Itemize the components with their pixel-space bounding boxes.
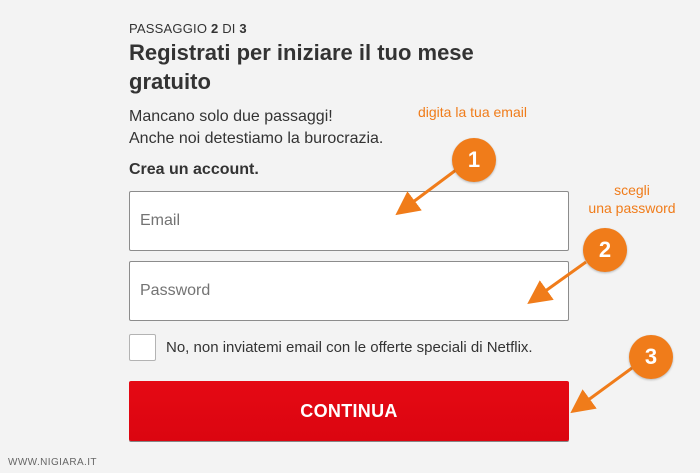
- email-field[interactable]: [129, 191, 569, 251]
- step-indicator: PASSAGGIO 2 DI 3: [129, 21, 247, 36]
- step-marker-2: 2: [583, 228, 627, 272]
- step-marker-3: 3: [629, 335, 673, 379]
- step-prefix: PASSAGGIO: [129, 21, 208, 36]
- subtitle: Mancano solo due passaggi! Anche noi det…: [129, 106, 383, 150]
- step-total: 3: [239, 21, 247, 36]
- annotation-email-hint: digita la tua email: [418, 104, 527, 120]
- password-field[interactable]: [129, 261, 569, 321]
- subtitle-line-2: Anche noi detestiamo la burocrazia.: [129, 130, 384, 147]
- subtitle-line-1: Mancano solo due passaggi!: [129, 108, 333, 125]
- create-account-heading: Crea un account.: [129, 161, 259, 178]
- page-title: Registrati per iniziare il tuo mese grat…: [129, 40, 474, 94]
- arrow-3: [570, 366, 633, 414]
- annotation-password-hint: scegli una password: [577, 181, 687, 217]
- step-marker-1: 1: [452, 138, 496, 182]
- annotation-password-line-2: una password: [588, 200, 676, 216]
- watermark: WWW.NIGIARA.IT: [8, 457, 97, 468]
- optout-label[interactable]: No, non inviatemi email con le offerte s…: [166, 339, 533, 356]
- step-current: 2: [210, 21, 219, 36]
- step-of: DI: [222, 21, 236, 36]
- optout-checkbox[interactable]: [129, 334, 156, 361]
- annotation-password-line-1: scegli: [614, 182, 650, 198]
- continue-button[interactable]: CONTINUA: [129, 381, 569, 441]
